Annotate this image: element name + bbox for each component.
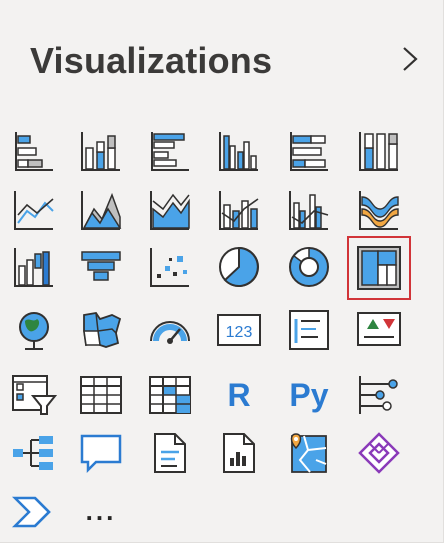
matrix-icon[interactable] xyxy=(143,368,197,422)
gauge-icon[interactable] xyxy=(143,303,197,357)
key-influencers-icon[interactable] xyxy=(352,368,406,422)
more-visuals-icon[interactable]: ... xyxy=(74,484,128,538)
pie-chart-icon[interactable] xyxy=(212,240,266,294)
filled-map-icon[interactable] xyxy=(74,303,128,357)
more-visuals-label: ... xyxy=(85,495,117,526)
python-visual-icon[interactable]: Py xyxy=(282,368,336,422)
paginated-report-icon[interactable] xyxy=(212,426,266,480)
card-icon[interactable]: 123 xyxy=(212,303,266,357)
power-automate-icon[interactable] xyxy=(7,484,61,538)
waterfall-chart-icon[interactable] xyxy=(7,240,61,294)
smart-narrative-icon[interactable] xyxy=(143,426,197,480)
ribbon-chart-icon[interactable] xyxy=(352,183,406,237)
power-apps-icon[interactable] xyxy=(352,426,406,480)
stacked-column-chart-icon[interactable] xyxy=(74,124,128,178)
visualizations-pane: Visualizations 123 R Py ... xyxy=(0,0,444,543)
python-visual-label: Py xyxy=(289,376,329,413)
r-script-visual-icon[interactable]: R xyxy=(212,368,266,422)
clustered-bar-chart-icon[interactable] xyxy=(143,124,197,178)
chevron-right-icon[interactable] xyxy=(396,42,424,76)
slicer-icon[interactable] xyxy=(7,368,61,422)
100-percent-stacked-column-chart-icon[interactable] xyxy=(352,124,406,178)
qa-icon[interactable] xyxy=(74,426,128,480)
donut-chart-icon[interactable] xyxy=(282,240,336,294)
funnel-chart-icon[interactable] xyxy=(74,240,128,294)
area-chart-icon[interactable] xyxy=(74,183,128,237)
pane-title: Visualizations xyxy=(30,40,273,81)
line-chart-icon[interactable] xyxy=(7,183,61,237)
arcgis-map-icon[interactable] xyxy=(282,426,336,480)
multi-row-card-icon[interactable] xyxy=(282,303,336,357)
100-percent-stacked-bar-chart-icon[interactable] xyxy=(282,124,336,178)
decomposition-tree-icon[interactable] xyxy=(7,426,61,480)
line-and-clustered-column-chart-icon[interactable] xyxy=(282,183,336,237)
map-icon[interactable] xyxy=(7,303,61,357)
clustered-column-chart-icon[interactable] xyxy=(212,124,266,178)
stacked-bar-chart-icon[interactable] xyxy=(7,124,61,178)
kpi-icon[interactable] xyxy=(352,303,406,357)
table-icon[interactable] xyxy=(74,368,128,422)
scatter-chart-icon[interactable] xyxy=(143,240,197,294)
stacked-area-chart-icon[interactable] xyxy=(143,183,197,237)
line-and-stacked-column-chart-icon[interactable] xyxy=(212,183,266,237)
card-icon-label: 123 xyxy=(226,324,253,341)
treemap-icon[interactable] xyxy=(347,236,411,300)
r-script-visual-label: R xyxy=(227,376,251,413)
